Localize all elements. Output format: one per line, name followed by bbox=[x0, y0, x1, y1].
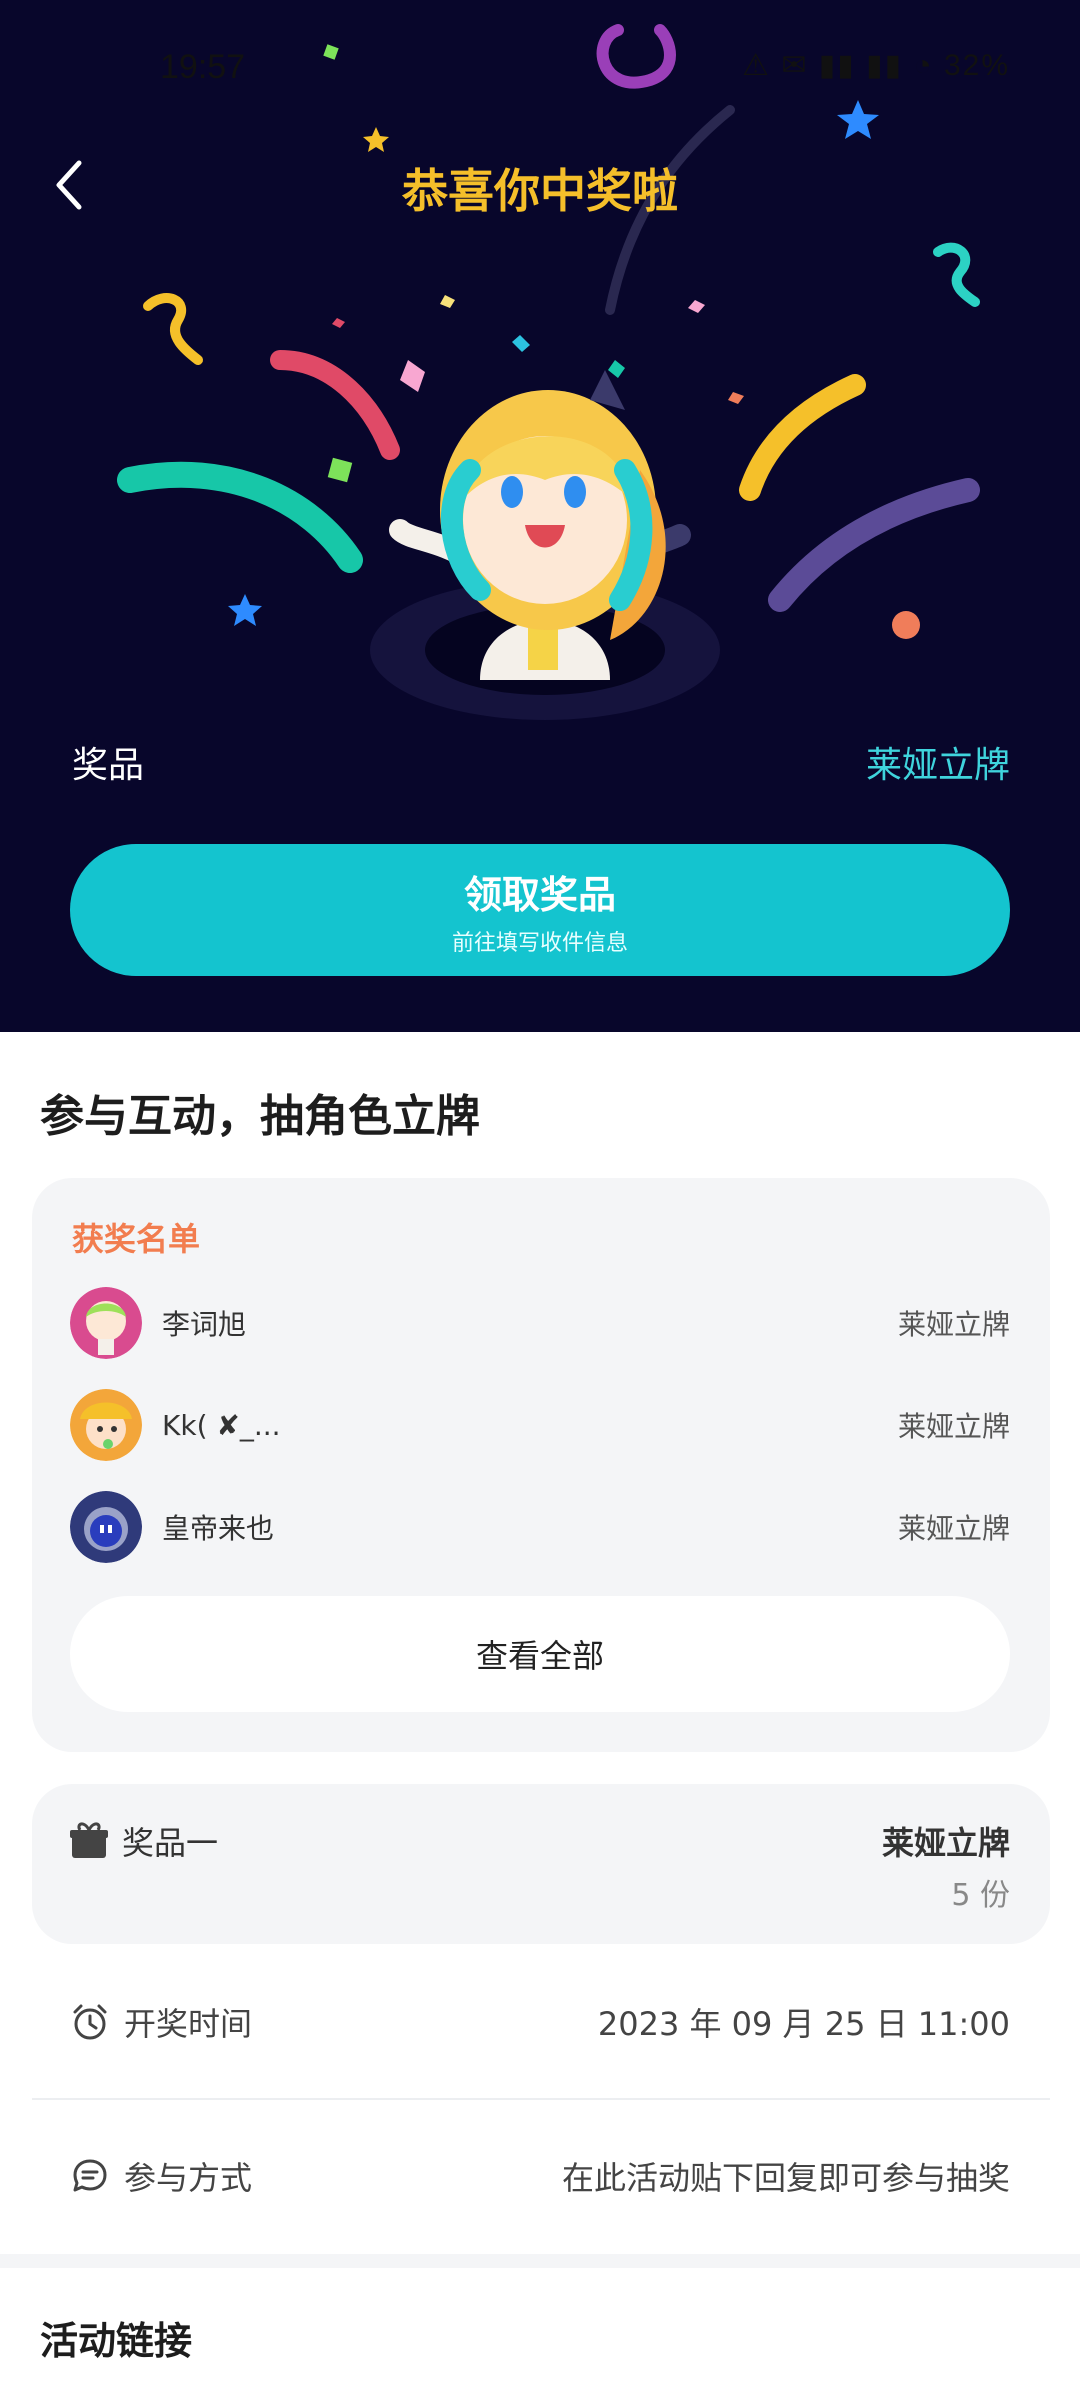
page-title: 恭喜你中奖啦 bbox=[402, 164, 678, 218]
prize-row: 奖品 莱娅立牌 bbox=[72, 732, 1010, 792]
winner-name: 李词旭 bbox=[162, 1308, 247, 1341]
activity-links-title: 活动链接 bbox=[40, 2319, 193, 2363]
section-title: 参与互动，抽角色立牌 bbox=[40, 1091, 480, 1142]
winner-row[interactable]: 皇帝来也 莱娅立牌 bbox=[70, 1490, 1010, 1564]
participation-label: 参与方式 bbox=[124, 2159, 253, 2197]
winner-prize: 莱娅立牌 bbox=[897, 1512, 1010, 1545]
hero-banner: 19:57 ⚠ ✉ ▮▮ ▮▮ ◔ 32% 恭喜你中奖啦 奖品 莱娅立牌 领取奖… bbox=[0, 0, 1080, 1032]
winner-row[interactable]: 李词旭 莱娅立牌 bbox=[70, 1286, 1010, 1360]
prize-tier-count: 5 份 bbox=[951, 1878, 1010, 1913]
avatar bbox=[70, 1491, 142, 1563]
winner-name: 皇帝来也 bbox=[162, 1512, 275, 1545]
prize-label: 奖品 bbox=[72, 745, 145, 786]
winners-heading: 获奖名单 bbox=[72, 1220, 201, 1258]
alarm-clock-icon bbox=[73, 2004, 107, 2040]
section-separator bbox=[0, 2254, 1080, 2268]
avatar bbox=[70, 1389, 142, 1461]
claim-prize-subtitle: 前往填写收件信息 bbox=[451, 930, 628, 956]
winner-row[interactable]: Kk( ✘_... 莱娅立牌 bbox=[70, 1388, 1010, 1462]
winners-card: 获奖名单 李词旭 莱娅立牌 Kk( ✘_... 莱娅立牌 皇帝来也 莱娅立牌 查… bbox=[32, 1178, 1050, 1752]
gift-icon bbox=[70, 1822, 108, 1858]
draw-time-label: 开奖时间 bbox=[124, 2005, 253, 2043]
divider bbox=[32, 2098, 1050, 2100]
claim-prize-button[interactable]: 领取奖品 前往填写收件信息 bbox=[70, 844, 1010, 976]
prize-value: 莱娅立牌 bbox=[865, 745, 1010, 786]
confetti-illustration bbox=[117, 24, 980, 720]
participation-row: 参与方式 在此活动贴下回复即可参与抽奖 bbox=[70, 2146, 1010, 2206]
view-all-button[interactable]: 查看全部 bbox=[70, 1596, 1010, 1712]
draw-time-row: 开奖时间 2023 年 09 月 25 日 11:00 bbox=[70, 1992, 1010, 2052]
prize-detail-card: 奖品一 莱娅立牌 5 份 bbox=[32, 1784, 1050, 1944]
draw-time-value: 2023 年 09 月 25 日 11:00 bbox=[597, 2005, 1010, 2043]
prize-tier-name: 莱娅立牌 bbox=[881, 1824, 1010, 1862]
winner-prize: 莱娅立牌 bbox=[897, 1308, 1010, 1341]
claim-prize-title: 领取奖品 bbox=[463, 872, 616, 917]
avatar bbox=[70, 1287, 142, 1359]
winner-name: Kk( ✘_... bbox=[162, 1408, 281, 1442]
winner-prize: 莱娅立牌 bbox=[897, 1410, 1010, 1443]
participation-value: 在此活动贴下回复即可参与抽奖 bbox=[561, 2159, 1010, 2197]
chat-bubble-icon bbox=[73, 2159, 107, 2192]
prize-tier-label: 奖品一 bbox=[122, 1824, 219, 1862]
